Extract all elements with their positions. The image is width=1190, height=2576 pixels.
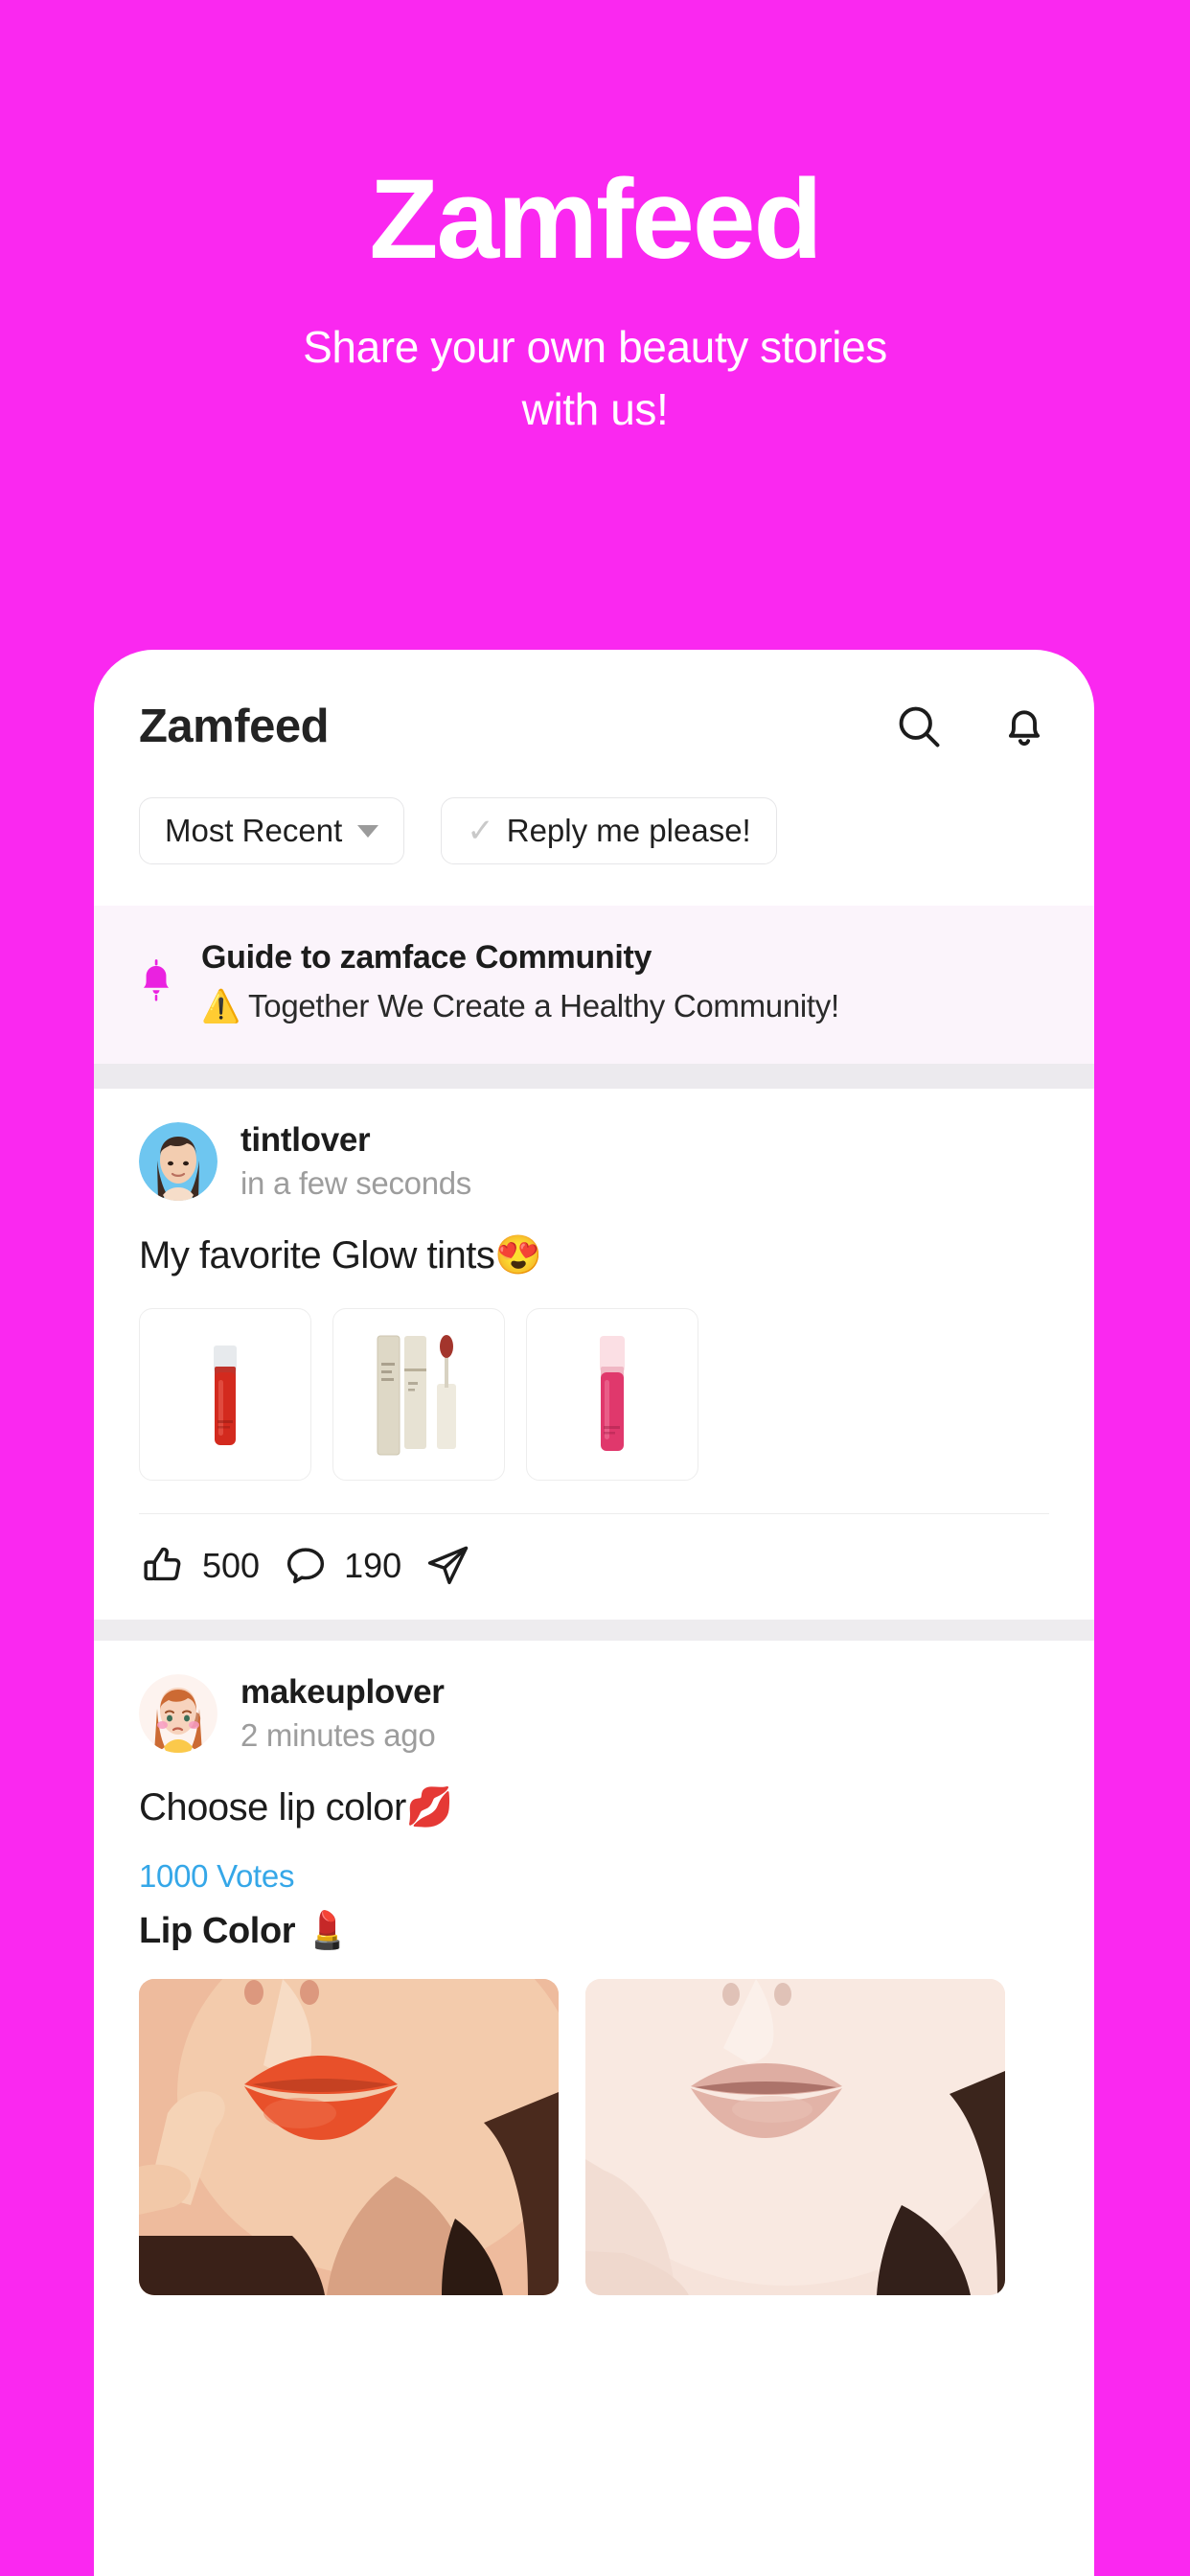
post-username: tintlover xyxy=(240,1121,371,1159)
like-count: 500 xyxy=(202,1546,261,1585)
community-guide-text: Guide to zamface Community ⚠️ Together W… xyxy=(201,939,839,1025)
product-thumbnail[interactable] xyxy=(332,1308,505,1481)
community-guide-title: Guide to zamface Community xyxy=(201,939,652,976)
community-guide-subtitle: ⚠️ Together We Create a Healthy Communit… xyxy=(201,988,839,1024)
chevron-down-icon xyxy=(357,824,379,838)
poll-option-row xyxy=(139,1979,1049,2295)
poll-option-orange-lips[interactable] xyxy=(139,1979,559,2295)
poll-title: Lip Color 💄 xyxy=(139,1911,351,1951)
post-makeuplover: makeuplover 2 minutes ago Choose lip col… xyxy=(94,1641,1094,2295)
community-guide-banner[interactable]: Guide to zamface Community ⚠️ Together W… xyxy=(94,906,1094,1064)
app-bar: Zamfeed xyxy=(94,650,1094,803)
post-action-row: 500 190 xyxy=(139,1513,1049,1620)
avatar[interactable] xyxy=(139,1122,217,1201)
poll-option-nude-lips[interactable] xyxy=(585,1979,1005,2295)
app-title: Zamfeed xyxy=(139,701,330,752)
post-tintlover: tintlover in a few seconds My favorite G… xyxy=(94,1089,1094,1620)
post-username: makeuplover xyxy=(240,1673,445,1711)
poll-vote-count: 1000 Votes xyxy=(139,1858,295,1894)
post-timestamp: 2 minutes ago xyxy=(240,1717,436,1753)
promo-title: Zamfeed xyxy=(369,156,822,283)
post-body-text: Choose lip color💋 xyxy=(139,1786,454,1828)
comment-count: 190 xyxy=(344,1546,402,1585)
promo-header: Zamfeed Share your own beauty stories wi… xyxy=(0,0,1190,442)
sort-filter-chip[interactable]: Most Recent xyxy=(139,797,405,864)
search-icon[interactable] xyxy=(894,702,944,751)
sort-filter-label: Most Recent xyxy=(165,813,343,848)
post-timestamp: in a few seconds xyxy=(240,1165,472,1201)
product-thumbnail-row xyxy=(139,1308,1049,1481)
like-button[interactable]: 500 xyxy=(139,1541,260,1591)
post-body-text: My favorite Glow tints😍 xyxy=(139,1234,542,1276)
phone-mockup-card: Zamfeed Most Recent ✓ Reply me please! G… xyxy=(94,650,1094,2576)
section-divider-band xyxy=(94,1620,1094,1641)
promo-subtitle-line-2: with us! xyxy=(521,384,669,435)
filter-chip-row: Most Recent ✓ Reply me please! xyxy=(94,797,1094,864)
section-divider-band xyxy=(94,1064,1094,1089)
post-author-block: makeuplover 2 minutes ago xyxy=(240,1673,445,1754)
check-icon: ✓ xyxy=(467,813,494,849)
reply-filter-label: Reply me please! xyxy=(506,813,751,848)
share-button[interactable] xyxy=(423,1541,472,1591)
comment-button[interactable]: 190 xyxy=(281,1541,401,1591)
post-author-block: tintlover in a few seconds xyxy=(240,1121,471,1202)
product-thumbnail[interactable] xyxy=(139,1308,311,1481)
promo-subtitle: Share your own beauty stories with us! xyxy=(0,316,1190,442)
promo-subtitle-line-1: Share your own beauty stories xyxy=(303,322,887,372)
reply-filter-chip[interactable]: ✓ Reply me please! xyxy=(441,797,777,864)
post-header[interactable]: tintlover in a few seconds xyxy=(139,1089,1049,1202)
bell-icon xyxy=(132,939,180,1006)
avatar[interactable] xyxy=(139,1674,217,1753)
post-header[interactable]: makeuplover 2 minutes ago xyxy=(139,1641,1049,1754)
bell-icon[interactable] xyxy=(999,702,1049,751)
product-thumbnail[interactable] xyxy=(526,1308,698,1481)
app-bar-actions xyxy=(894,702,1049,751)
